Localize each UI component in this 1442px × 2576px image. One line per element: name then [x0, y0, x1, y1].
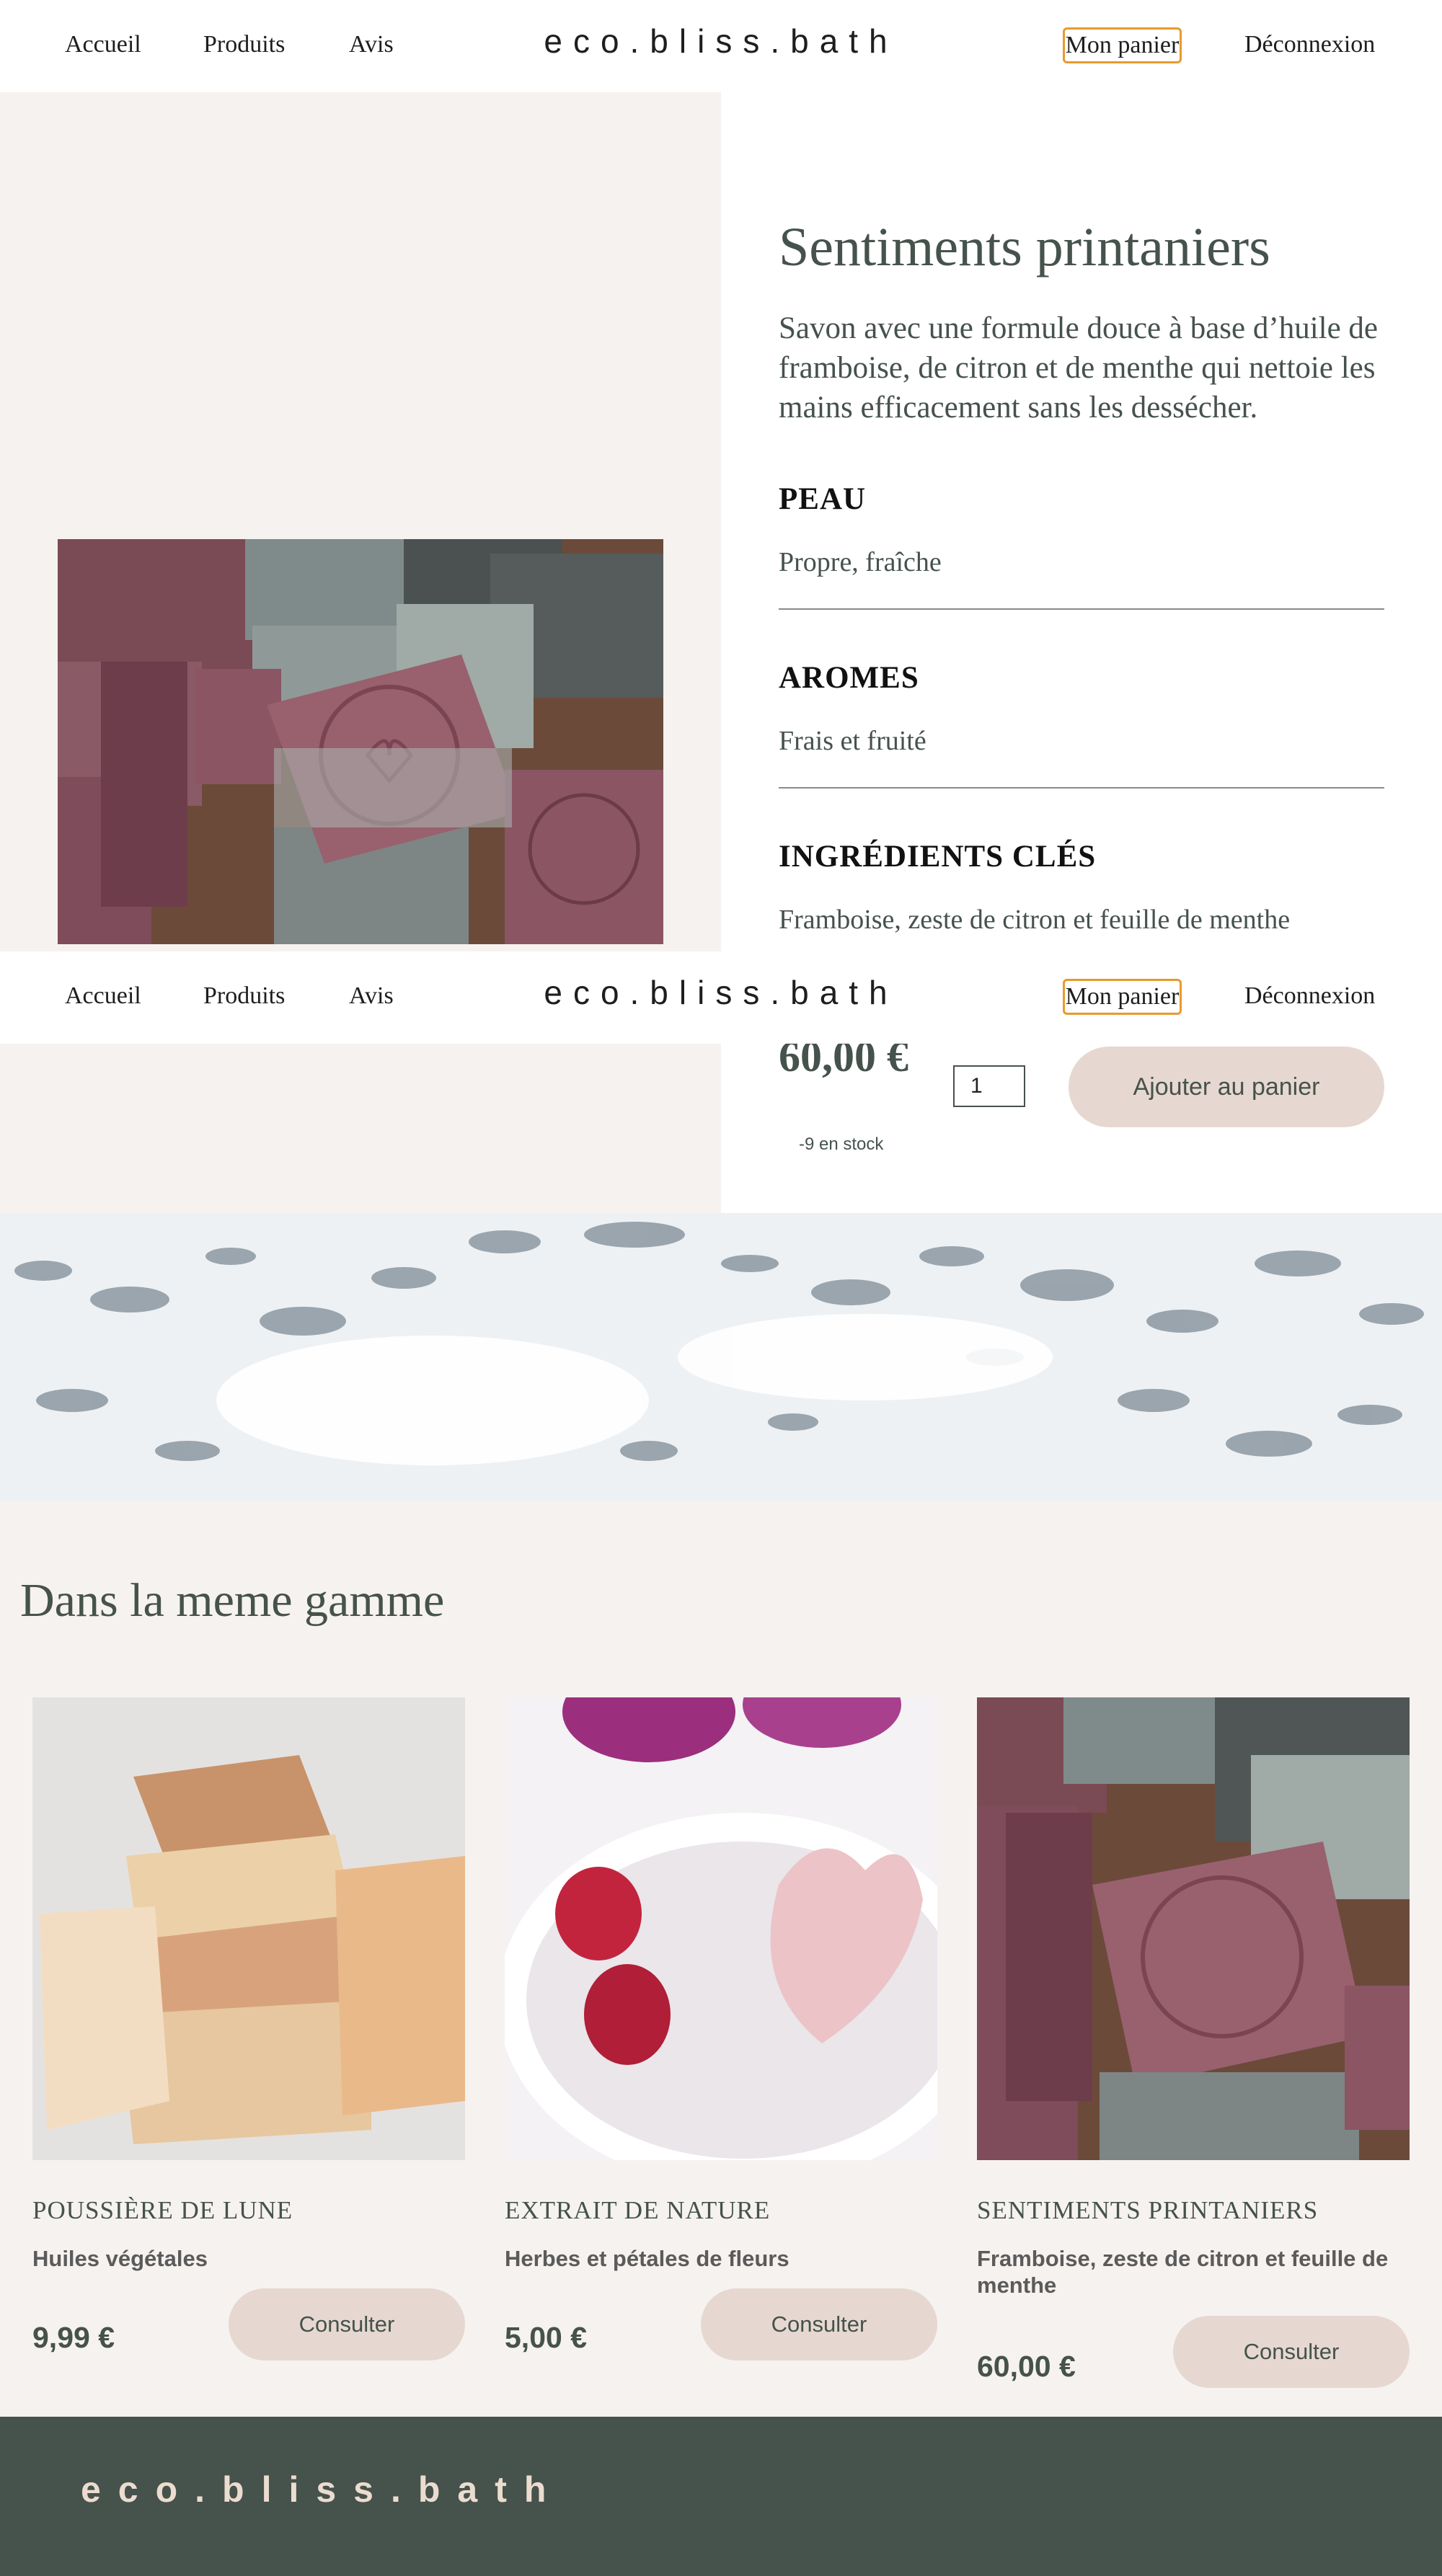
- spec-value-ingredients: Framboise, zeste de citron et feuille de…: [779, 905, 1291, 935]
- product-card-price: 60,00 €: [977, 2350, 1076, 2383]
- consult-button[interactable]: Consulter: [701, 2288, 937, 2360]
- product-details: Sentiments printaniers Savon avec une fo…: [721, 92, 1442, 1213]
- product-card-image: [32, 1697, 465, 2160]
- site-logo[interactable]: eco.bliss.bath: [0, 22, 1442, 61]
- product-card-name: SENTIMENTS PRINTANIERS: [977, 2196, 1319, 2224]
- product-card-image: [977, 1697, 1410, 2160]
- nav-logout-link[interactable]: Déconnexion: [1244, 27, 1375, 62]
- spec-label-ingredients: INGRÉDIENTS CLÉS: [779, 840, 1097, 874]
- spec-label-aromas: AROMES: [779, 661, 919, 695]
- spec-value-skin: Propre, fraîche: [779, 547, 942, 577]
- product-description: Savon avec une formule douce à base d’hu…: [779, 311, 1379, 425]
- product-card-price: 9,99 €: [32, 2321, 115, 2354]
- footer: eco.bliss.bath: [0, 2417, 1442, 2576]
- nav-cart-button[interactable]: Mon panier: [1063, 979, 1182, 1015]
- add-to-cart-button[interactable]: Ajouter au panier: [1069, 1047, 1384, 1127]
- product-title: Sentiments printaniers: [779, 217, 1270, 277]
- divider: [779, 787, 1384, 789]
- foam-banner-image: [0, 1213, 1442, 1501]
- similar-products-section: Dans la meme gamme POUSSIÈRE DE LUNE Hui…: [0, 1501, 1442, 2417]
- product-card-price: 5,00 €: [505, 2321, 587, 2354]
- quantity-input[interactable]: 1: [953, 1065, 1025, 1107]
- product-card-subtitle: Herbes et pétales de fleurs: [505, 2246, 789, 2271]
- consult-button[interactable]: Consulter: [1173, 2316, 1410, 2388]
- product-image-panel: [0, 92, 721, 1213]
- site-logo[interactable]: eco.bliss.bath: [0, 973, 1442, 1012]
- sticky-nav: Accueil Produits Avis eco.bliss.bath Mon…: [0, 951, 1442, 1044]
- spec-label-skin: PEAU: [779, 482, 867, 516]
- product-image: [58, 539, 663, 944]
- footer-logo: eco.bliss.bath: [81, 2469, 564, 2510]
- product-card-name: EXTRAIT DE NATURE: [505, 2196, 771, 2224]
- product-card-name: POUSSIÈRE DE LUNE: [32, 2196, 293, 2224]
- top-nav: Accueil Produits Avis eco.bliss.bath Mon…: [0, 0, 1442, 92]
- nav-cart-button[interactable]: Mon panier: [1063, 27, 1182, 63]
- stock-status: -9 en stock: [799, 1134, 884, 1154]
- product-card-subtitle: Huiles végétales: [32, 2246, 208, 2271]
- nav-logout-link[interactable]: Déconnexion: [1244, 979, 1375, 1013]
- consult-button[interactable]: Consulter: [229, 2288, 465, 2360]
- spec-value-aromas: Frais et fruité: [779, 726, 926, 756]
- section-title: Dans la meme gamme: [20, 1574, 445, 1627]
- divider: [779, 608, 1384, 610]
- product-card-subtitle: Framboise, zeste de citron et feuille de…: [977, 2246, 1389, 2298]
- product-card-image: [505, 1697, 937, 2160]
